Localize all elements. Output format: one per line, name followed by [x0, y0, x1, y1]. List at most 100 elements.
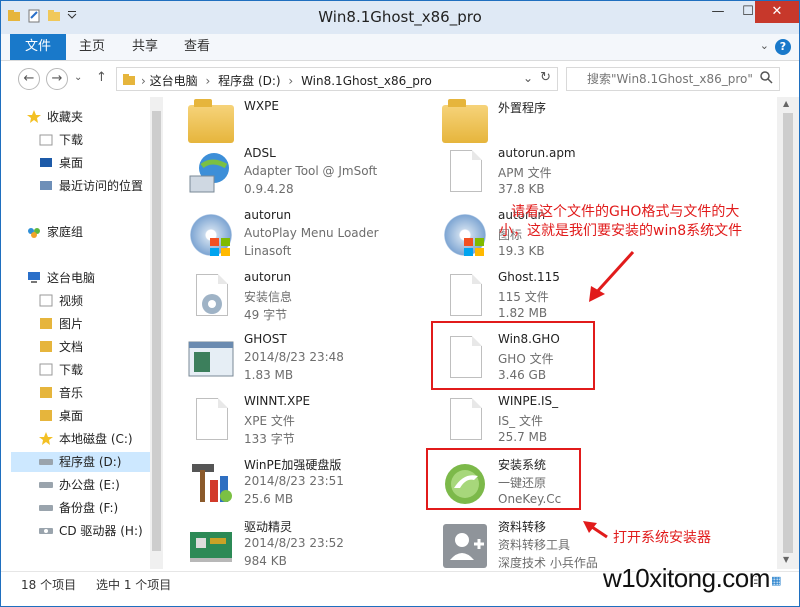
- highlight-box-installer: [426, 448, 581, 510]
- document-icon: [440, 396, 490, 446]
- download-folder-icon: [39, 132, 53, 146]
- sidebar-item-documents[interactable]: 文档: [39, 337, 83, 357]
- file-item-ghost-115[interactable]: Ghost.115 115 文件 1.82 MB: [440, 268, 690, 326]
- tab-file[interactable]: 文件: [10, 34, 66, 60]
- arrow-right-icon: →: [51, 71, 63, 86]
- videos-folder-icon: [39, 293, 53, 307]
- annotation-gho-note-line1: 请看这个文件的GHO格式与文件的大: [511, 204, 740, 220]
- chevron-down-icon[interactable]: ⌄: [760, 39, 769, 52]
- drive-icon: [39, 500, 53, 513]
- up-button[interactable]: ↑: [96, 70, 107, 85]
- close-button[interactable]: ✕: [755, 1, 799, 23]
- sidebar-item-desktop[interactable]: 桌面: [39, 153, 83, 173]
- file-item-adsl[interactable]: ADSL Adapter Tool @ JmSoft 0.9.4.28: [186, 144, 436, 202]
- recent-locations-chevron-icon[interactable]: ⌄: [74, 72, 82, 83]
- nav-scrollbar[interactable]: [150, 97, 163, 569]
- tab-share[interactable]: 共享: [132, 34, 158, 60]
- sidebar-item-this-pc[interactable]: 这台电脑: [27, 268, 95, 288]
- disc-setup-icon: [186, 210, 236, 260]
- navigation-bar: ← → ⌄ ↑ › 这台电脑 › 程序盘 (D:) › Win8.1Ghost_…: [1, 62, 799, 96]
- scrollbar-thumb[interactable]: [783, 113, 793, 553]
- address-bar[interactable]: › 这台电脑 › 程序盘 (D:) › Win8.1Ghost_x86_pro …: [116, 67, 558, 91]
- refresh-icon[interactable]: ↻: [540, 70, 551, 85]
- ribbon: 文件 主页 共享 查看 ⌄ ?: [1, 34, 799, 61]
- sidebar-item-downloads-pc[interactable]: 下载: [39, 360, 83, 380]
- minimize-button[interactable]: —: [703, 1, 733, 23]
- selected-count: 选中 1 个项目: [96, 578, 172, 592]
- file-item-autorun-apm[interactable]: autorun.apm APM 文件 37.8 KB: [440, 144, 690, 202]
- highlight-box-gho: [431, 321, 595, 390]
- file-item-winpe-is[interactable]: WINPE.IS_ IS_ 文件 25.7 MB: [440, 392, 690, 450]
- star-icon: [27, 109, 41, 123]
- file-item-driver-genius[interactable]: 驱动精灵 2014/8/23 23:52 984 KB: [186, 516, 436, 574]
- sidebar-item-drive-e[interactable]: 办公盘 (E:): [39, 475, 120, 495]
- file-item-autorun-inf[interactable]: autorun 安装信息 49 字节: [186, 268, 436, 326]
- search-box[interactable]: [566, 67, 780, 91]
- chevron-right-icon[interactable]: ›: [288, 74, 293, 88]
- breadcrumb-this-pc[interactable]: 这台电脑: [150, 74, 198, 88]
- arrow-annotation-icon: [589, 250, 635, 302]
- network-globe-icon: [186, 148, 236, 198]
- help-button[interactable]: ?: [775, 39, 791, 55]
- tiles-view-icon[interactable]: ▦: [771, 574, 781, 587]
- sidebar-item-drive-c[interactable]: 本地磁盘 (C:): [39, 429, 133, 449]
- sidebar-item-desktop-pc[interactable]: 桌面: [39, 406, 83, 426]
- breadcrumb-program-drive[interactable]: 程序盘 (D:): [218, 74, 280, 88]
- disc-setup-icon: [440, 210, 490, 260]
- sidebar-item-recent-places[interactable]: 最近访问的位置: [39, 176, 143, 196]
- navigation-pane: 收藏夹 下载 桌面 最近访问的位置 家庭组 这台电脑 视频 图片 文档 下载 音…: [1, 97, 163, 569]
- annotation-installer-note: 打开系统安装器: [613, 530, 711, 546]
- sidebar-item-homegroup[interactable]: 家庭组: [27, 222, 83, 242]
- pictures-folder-icon: [39, 316, 53, 329]
- drive-icon: [39, 454, 53, 467]
- tab-view[interactable]: 查看: [184, 34, 210, 60]
- file-item-winpe-hdd[interactable]: WinPE加强硬盘版 2014/8/23 23:51 25.6 MB: [186, 454, 436, 512]
- hammer-tools-icon: [186, 458, 236, 508]
- forward-button[interactable]: →: [46, 68, 68, 90]
- drive-icon: [39, 477, 53, 490]
- setup-info-icon: [186, 272, 236, 322]
- arrow-annotation-icon: [583, 521, 608, 539]
- user-transfer-icon: [440, 520, 490, 570]
- title-bar: Win8.1Ghost_x86_pro — ☐ ✕: [1, 1, 799, 34]
- document-icon: [186, 396, 236, 446]
- file-item-autorun-exe[interactable]: autorun AutoPlay Menu Loader Linasoft: [186, 206, 436, 264]
- back-button[interactable]: ←: [18, 68, 40, 90]
- music-folder-icon: [39, 385, 53, 398]
- sidebar-item-pictures[interactable]: 图片: [39, 314, 83, 334]
- scroll-up-icon[interactable]: ▲: [783, 99, 789, 108]
- content-scrollbar[interactable]: ▲ ▼: [777, 97, 799, 569]
- application-window-icon: [186, 334, 236, 384]
- chevron-down-icon[interactable]: ⌄: [523, 71, 533, 85]
- sidebar-item-favorites[interactable]: 收藏夹: [27, 107, 83, 127]
- cd-drive-icon: [39, 523, 53, 536]
- explorer-window: Win8.1Ghost_x86_pro — ☐ ✕ 文件 主页 共享 查看 ⌄ …: [0, 0, 800, 607]
- tab-home[interactable]: 主页: [79, 34, 105, 60]
- document-icon: [440, 148, 490, 198]
- system-drive-icon: [39, 431, 53, 445]
- sidebar-item-cd-drive[interactable]: CD 驱动器 (H:): [39, 521, 143, 541]
- sidebar-item-videos[interactable]: 视频: [39, 291, 83, 311]
- download-folder-icon: [39, 362, 53, 376]
- folder-icon: [122, 73, 136, 89]
- window-title: Win8.1Ghost_x86_pro: [318, 8, 482, 26]
- sidebar-item-music[interactable]: 音乐: [39, 383, 83, 403]
- scrollbar-thumb[interactable]: [152, 111, 161, 551]
- scroll-down-icon[interactable]: ▼: [783, 555, 789, 564]
- search-icon[interactable]: [760, 71, 773, 87]
- sidebar-item-drive-d[interactable]: 程序盘 (D:): [11, 452, 150, 472]
- item-count: 18 个项目: [21, 578, 77, 592]
- chevron-right-icon[interactable]: ›: [205, 74, 210, 88]
- search-input[interactable]: [587, 68, 771, 90]
- desktop-icon: [39, 155, 53, 168]
- sidebar-item-drive-f[interactable]: 备份盘 (F:): [39, 498, 118, 518]
- desktop-folder-icon: [39, 408, 53, 421]
- breadcrumb: › 这台电脑 › 程序盘 (D:) › Win8.1Ghost_x86_pro: [141, 72, 432, 89]
- sidebar-item-downloads[interactable]: 下载: [39, 130, 83, 150]
- file-item-ghost-exe[interactable]: GHOST 2014/8/23 23:48 1.83 MB: [186, 330, 436, 388]
- circuit-board-icon: [186, 520, 236, 570]
- file-item-winnt-xpe[interactable]: WINNT.XPE XPE 文件 133 字节: [186, 392, 436, 450]
- documents-folder-icon: [39, 339, 53, 352]
- homegroup-icon: [27, 224, 41, 238]
- breadcrumb-current-folder[interactable]: Win8.1Ghost_x86_pro: [301, 74, 432, 88]
